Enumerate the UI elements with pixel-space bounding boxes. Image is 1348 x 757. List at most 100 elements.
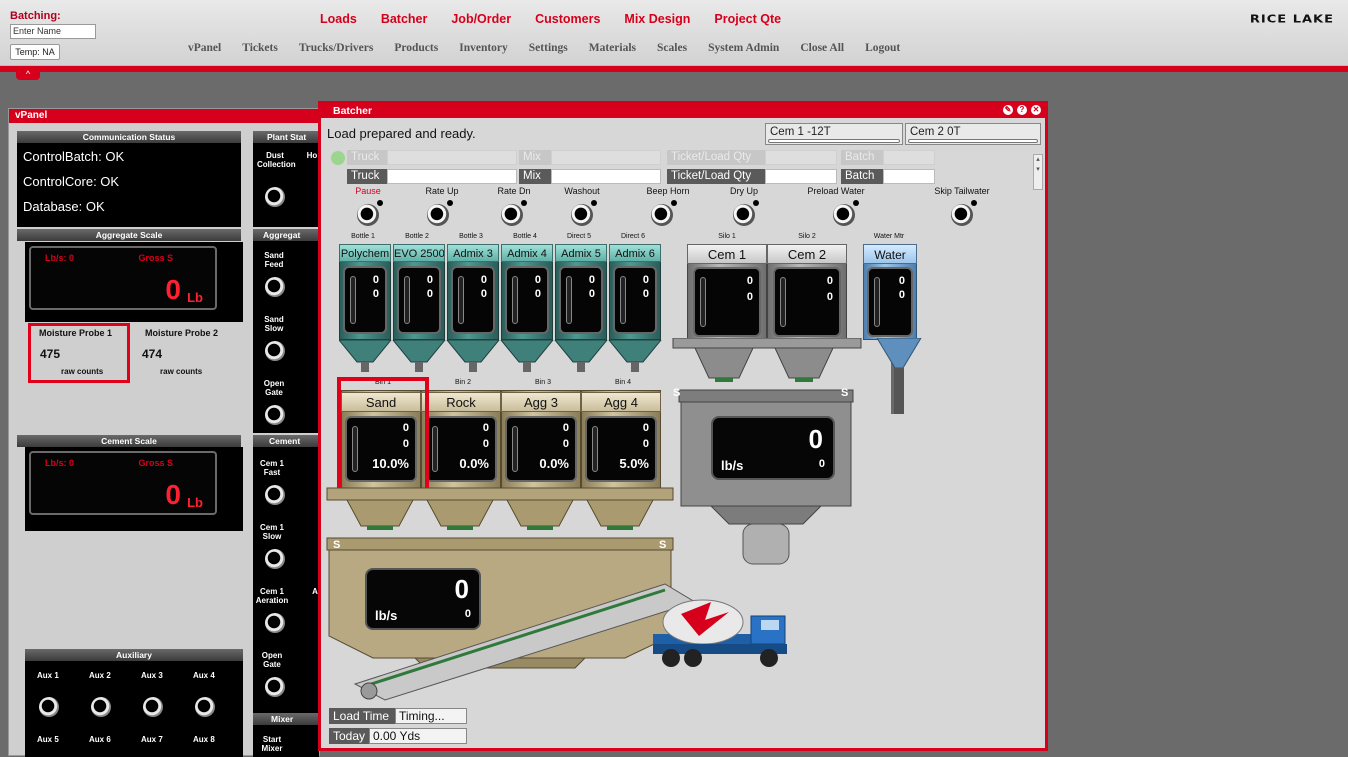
cem1-aeration-knob[interactable] [265,613,285,633]
bin-4-display: 0 0 5.0% [585,416,657,482]
start-mixer-label: Start Mixer [261,735,283,753]
nav-settings[interactable]: Settings [529,42,568,54]
beep-horn-knob[interactable] [651,204,673,226]
bottle-4-name: Admix 4 [501,244,553,262]
bin-2-caption: Bin 2 [455,379,471,386]
rate-up-knob[interactable] [427,204,449,226]
aggregate-controls-panel: Aggregat Sand Feed Sand Slow Open Gate [253,229,319,433]
preload-water-label: Preload Water [807,186,865,196]
ho-label: Ho [306,151,318,160]
aux-3-knob[interactable] [143,697,163,717]
cem1-slow-knob[interactable] [265,549,285,569]
cem1-tab[interactable]: Cem 1 -12T [765,123,903,145]
nav-job-order[interactable]: Job/Order [451,12,511,26]
aux-1-knob[interactable] [39,697,59,717]
rate-dn-label: Rate Dn [497,186,531,196]
nav-tickets[interactable]: Tickets [242,42,278,54]
nav-close-all[interactable]: Close All [800,42,844,54]
rate-dn-indicator [521,200,527,206]
form-scrollbar[interactable]: ▴ ▾ [1033,154,1043,190]
help-icon[interactable]: ? [1017,105,1027,115]
batch-label-1: Batch [841,150,883,165]
beep-horn-indicator [671,200,677,206]
dry-up-knob[interactable] [733,204,755,226]
cem1-fast-knob[interactable] [265,485,285,505]
water-meter-actual: 0 [898,289,905,301]
ticket-load-qty-label-1: Ticket/Load Qty [667,150,765,165]
aux-2-knob[interactable] [91,697,111,717]
rate-dn-knob[interactable] [501,204,523,226]
dry-up-indicator [753,200,759,206]
ticket-load-qty-field-2[interactable] [765,169,837,184]
pause-knob[interactable] [357,204,379,226]
cem-scale-marker-left: S [673,387,680,399]
agg-open-gate-knob[interactable] [265,405,285,425]
nav-vpanel[interactable]: vPanel [188,42,221,54]
ticket-load-qty-field-1[interactable] [765,150,837,165]
nav-batcher[interactable]: Batcher [381,12,428,26]
direct-6-display: 00 [613,266,657,334]
moisture-probe-2-value: 474 [142,347,163,361]
dry-up-label: Dry Up [729,186,758,196]
bin-3-moisture: 0.0% [539,456,569,471]
cem2-tab-label: Cem 2 0T [910,126,961,138]
nav-loads[interactable]: Loads [320,12,357,26]
cem2-tab[interactable]: Cem 2 0T [905,123,1041,145]
washout-indicator [591,200,597,206]
nav-project-qte[interactable]: Project Qte [714,12,781,26]
silo-2-actual: 0 [826,291,833,303]
direct-5-caption: Direct 5 [566,233,592,240]
temp-button[interactable]: Temp: NA [10,44,60,60]
nav-trucks-drivers[interactable]: Trucks/Drivers [299,42,374,54]
direct-6-target: 0 [642,274,649,286]
truck-field-2[interactable] [387,169,517,184]
aux-4-knob[interactable] [195,697,215,717]
nav-materials[interactable]: Materials [589,42,636,54]
mix-field-2[interactable] [551,169,661,184]
name-input[interactable]: Enter Name [10,24,96,39]
aggregate-weigh-rate: 0 [464,608,471,620]
plant-status-panel: Plant Stat Dust Collection Ho [253,131,319,227]
cement-scale-unit: Lb [187,495,203,510]
aggregate-scale-value: 0 [165,274,181,305]
mix-field-1[interactable] [551,150,661,165]
bottle-3-display: 00 [451,266,495,334]
washout-knob[interactable] [571,204,593,226]
batch-field-2[interactable] [883,169,935,184]
sand-slow-label: Sand Slow [264,315,284,333]
collapse-header-button[interactable]: ^ [16,68,40,80]
pin-icon[interactable]: ✎ [1003,105,1013,115]
direct-5-name: Admix 5 [555,244,607,262]
truck-field-1[interactable] [387,150,517,165]
cem-open-gate-knob[interactable] [265,677,285,697]
batch-field-1[interactable] [883,150,935,165]
close-icon[interactable]: ✕ [1031,105,1041,115]
silo-1-display: 00 [693,267,761,337]
nav-logout[interactable]: Logout [865,42,900,54]
nav-inventory[interactable]: Inventory [459,42,508,54]
direct-5-target: 0 [588,274,595,286]
nav-system-admin[interactable]: System Admin [708,42,779,54]
nav-scales[interactable]: Scales [657,42,687,54]
dust-collection-knob[interactable] [265,187,285,207]
aux-2-label: Aux 2 [89,671,111,680]
skip-tailwater-knob[interactable] [951,204,973,226]
nav-mix-design[interactable]: Mix Design [624,12,690,26]
bin-3-name: Agg 3 [501,392,581,412]
aggregate-weigh-value: 0 [454,574,469,604]
sand-feed-knob[interactable] [265,277,285,297]
silo-2-name: Cem 2 [767,244,847,264]
bottle-1-display: 00 [343,266,387,334]
mixer-controls-panel: Mixer Start Mixer [253,713,319,757]
moisture-probe-1-label: Moisture Probe 1 [39,328,113,338]
nav-customers[interactable]: Customers [535,12,600,26]
nav-products[interactable]: Products [394,42,438,54]
aggregate-scale-display: Lb/s: 0 Gross S 0 Lb [29,246,217,310]
cement-scale-rate: Lb/s: 0 [45,458,75,468]
vpanel-title: vPanel [9,109,319,123]
direct-6-actual: 0 [642,288,649,300]
go-indicator-icon [331,151,345,165]
sand-slow-knob[interactable] [265,341,285,361]
silo-2-display: 00 [773,267,841,337]
preload-water-knob[interactable] [833,204,855,226]
